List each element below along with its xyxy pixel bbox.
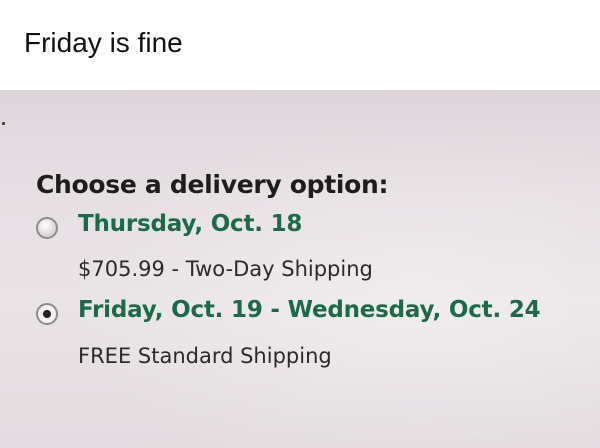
meme-caption: Friday is fine [24,27,183,58]
radio-thursday[interactable] [36,217,58,239]
radio-friday-wednesday[interactable] [36,303,58,325]
radio-selected-dot [43,310,51,318]
delivery-options-panel: Choose a delivery option: Thursday, Oct.… [0,90,600,448]
option-friday-wednesday-detail: FREE Standard Shipping [78,344,332,368]
option-thursday-detail: $705.99 - Two-Day Shipping [78,257,373,281]
delivery-heading: Choose a delivery option: [36,170,389,199]
caption-bar: Friday is fine [0,0,600,90]
option-friday-wednesday-title[interactable]: Friday, Oct. 19 - Wednesday, Oct. 24 [78,297,541,323]
option-thursday-title[interactable]: Thursday, Oct. 18 [78,211,302,237]
screen-speck [2,122,5,125]
